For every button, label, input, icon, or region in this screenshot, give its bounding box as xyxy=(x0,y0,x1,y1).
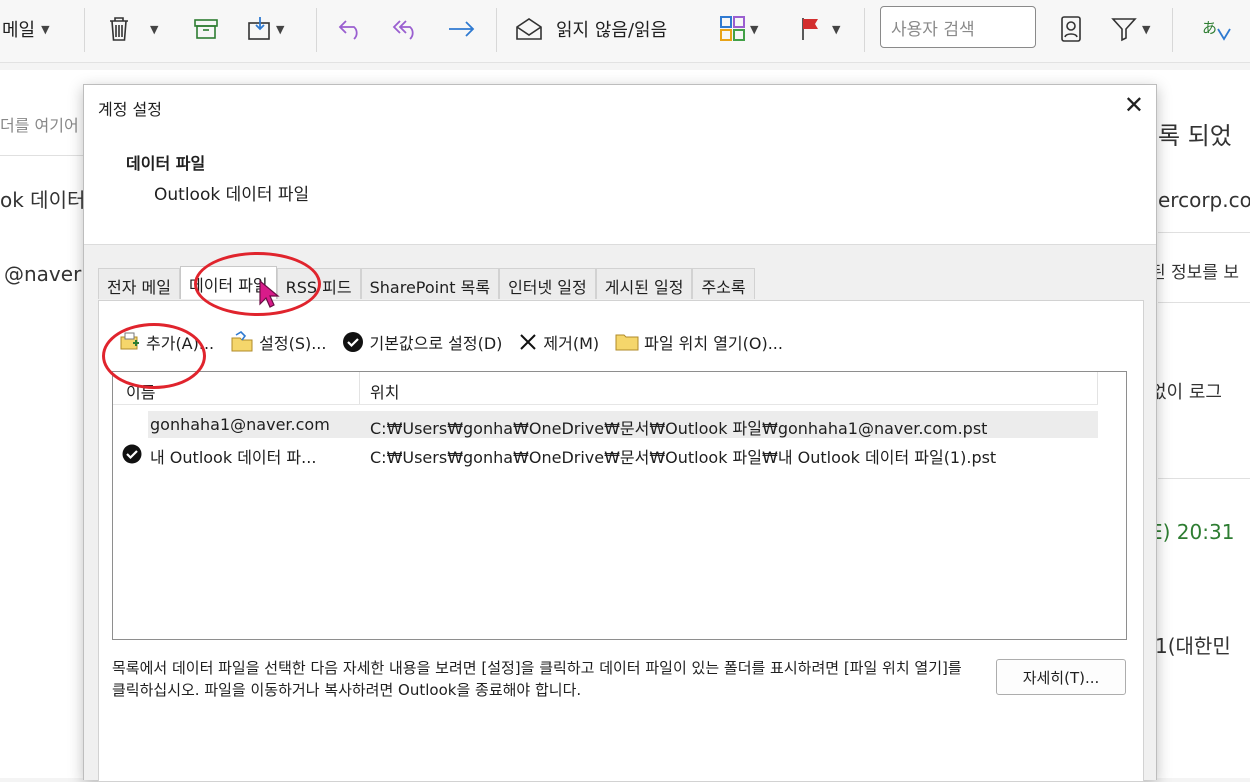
data-file-name: gonhaha1@naver.com xyxy=(150,415,330,434)
tab-address-books[interactable]: 주소록 xyxy=(692,268,755,299)
forward-button[interactable] xyxy=(446,12,478,46)
separator xyxy=(864,8,865,52)
separator xyxy=(84,8,85,52)
details-button[interactable]: 자세히(T)... xyxy=(996,659,1126,695)
highlight-circle-add xyxy=(102,323,206,389)
bg-text: @naver xyxy=(4,262,82,286)
forward-arrow-icon xyxy=(449,21,475,37)
ribbon: 메일 ▼ ▼ ▼ 읽지 않음/읽음 ▼ ▼ 사용자 검색 ▼ あ xyxy=(0,0,1250,63)
data-file-name: 내 Outlook 데이터 파... xyxy=(150,448,317,467)
dialog-body: 전자 메일 데이터 파일 RSS 피드 SharePoint 목록 인터넷 일정… xyxy=(84,244,1156,782)
bg-text: 더를 여기어 xyxy=(0,116,79,135)
remove-button[interactable]: 제거(M) xyxy=(518,330,599,354)
bg-text: ercorp.com xyxy=(1158,188,1250,212)
archive-icon xyxy=(194,19,218,39)
data-file-location: C:₩Users₩gonha₩OneDrive₩문서₩Outlook 파일₩내 … xyxy=(370,448,997,467)
separator xyxy=(316,8,317,52)
envelope-open-icon xyxy=(516,18,542,40)
data-file-location: C:₩Users₩gonha₩OneDrive₩문서₩Outlook 파일₩go… xyxy=(370,419,988,438)
address-book-button[interactable] xyxy=(1058,12,1084,46)
divider xyxy=(0,155,84,156)
settings-button[interactable]: 설정(S)... xyxy=(230,330,326,354)
dialog-header-subtitle: Outlook 데이터 파일 xyxy=(154,185,310,205)
translate-icon: あ xyxy=(1202,19,1231,41)
tab-internet-calendars[interactable]: 인터넷 일정 xyxy=(499,268,596,299)
divider xyxy=(1158,302,1250,303)
chevron-down-icon: ▼ xyxy=(832,22,841,36)
tab-email[interactable]: 전자 메일 xyxy=(98,268,180,299)
address-book-icon xyxy=(1061,16,1081,42)
tab-sharepoint-lists[interactable]: SharePoint 목록 xyxy=(360,268,500,299)
account-settings-dialog: 계정 설정 ✕ 데이터 파일 Outlook 데이터 파일 전자 메일 데이터 … xyxy=(83,84,1157,782)
close-icon[interactable]: ✕ xyxy=(1124,91,1144,119)
bg-text: 없이 로그 xyxy=(1150,382,1222,403)
categorize-button[interactable]: ▼ xyxy=(718,12,758,46)
filter-button[interactable]: ▼ xyxy=(1110,12,1150,46)
mail-label: 메일 xyxy=(2,20,36,41)
default-checkmark-icon xyxy=(122,444,142,464)
mouse-cursor-icon xyxy=(259,279,280,308)
reply-icon xyxy=(338,20,358,40)
trash-icon xyxy=(110,17,128,41)
divider xyxy=(1158,478,1250,479)
search-placeholder: 사용자 검색 xyxy=(891,20,975,40)
read-unread-label: 읽지 않음/읽음 xyxy=(556,20,668,41)
categorize-icon xyxy=(720,16,745,41)
column-header-location[interactable]: 위치 xyxy=(370,379,399,403)
help-text: 목록에서 데이터 파일을 선택한 다음 자세한 내용을 보려면 [설정]을 클릭… xyxy=(112,659,962,699)
set-default-label: 기본값으로 설정(D) xyxy=(369,334,503,353)
flag-button[interactable]: ▼ xyxy=(798,12,840,46)
separator xyxy=(496,8,497,52)
bg-text: 1(대한민 xyxy=(1155,634,1231,658)
open-file-location-button[interactable]: 파일 위치 열기(O)... xyxy=(615,330,783,354)
data-files-pane: 추가(A)... 설정(S)... 기본값으로 설정(D) 제거(M) 파일 위… xyxy=(98,300,1144,782)
bg-text: E) 20:31 xyxy=(1150,520,1235,544)
dialog-title: 계정 설정 xyxy=(98,100,162,119)
people-search-input[interactable]: 사용자 검색 xyxy=(880,6,1036,48)
translate-button[interactable]: あ xyxy=(1200,12,1234,46)
chevron-down-icon: ▼ xyxy=(41,22,50,36)
list-item[interactable]: 내 Outlook 데이터 파... C:₩Users₩gonha₩OneDri… xyxy=(122,440,1098,467)
bg-text: 된 정보를 보 xyxy=(1150,263,1240,283)
bg-text: 록 되었 xyxy=(1158,122,1232,150)
settings-folder-icon xyxy=(231,331,253,352)
read-unread-button[interactable]: 읽지 않음/읽음 xyxy=(514,12,667,46)
bg-text: ok 데이터 xyxy=(0,188,86,212)
list-item[interactable]: gonhaha1@naver.com C:₩Users₩gonha₩OneDri… xyxy=(148,411,1098,438)
chevron-down-icon: ▼ xyxy=(276,22,285,36)
chevron-down-icon: ▼ xyxy=(1142,22,1151,36)
delete-button[interactable]: ▼ xyxy=(106,12,158,46)
move-icon xyxy=(248,17,270,40)
data-files-list[interactable]: 이름 위치 gonhaha1@naver.com C:₩Users₩gonha₩… xyxy=(112,371,1127,640)
move-button[interactable]: ▼ xyxy=(246,12,284,46)
reply-all-button[interactable] xyxy=(390,12,422,46)
svg-text:あ: あ xyxy=(1202,19,1217,37)
checkmark-circle-icon xyxy=(343,332,364,352)
dialog-header-title: 데이터 파일 xyxy=(126,154,206,173)
remove-label: 제거(M) xyxy=(543,334,600,353)
settings-label: 설정(S)... xyxy=(259,334,327,353)
column-divider xyxy=(1097,372,1098,404)
list-header: 이름 위치 xyxy=(113,372,1098,405)
divider xyxy=(1158,232,1250,233)
data-files-toolbar: 추가(A)... 설정(S)... 기본값으로 설정(D) 제거(M) 파일 위… xyxy=(119,326,799,358)
chevron-down-icon: ▼ xyxy=(150,22,159,36)
folder-icon xyxy=(615,334,639,351)
reply-button[interactable] xyxy=(336,12,366,46)
archive-button[interactable] xyxy=(192,12,220,46)
mail-menu[interactable]: 메일 ▼ xyxy=(2,12,50,46)
flag-icon xyxy=(802,18,818,40)
reply-all-icon xyxy=(392,20,414,40)
tab-published-calendars[interactable]: 게시된 일정 xyxy=(595,268,693,299)
set-default-button[interactable]: 기본값으로 설정(D) xyxy=(342,330,502,354)
chevron-down-icon: ▼ xyxy=(750,22,759,36)
column-divider xyxy=(359,372,360,404)
filter-icon xyxy=(1111,18,1137,42)
separator xyxy=(1172,8,1173,52)
open-location-label: 파일 위치 열기(O)... xyxy=(644,334,783,353)
remove-x-icon xyxy=(520,334,537,350)
